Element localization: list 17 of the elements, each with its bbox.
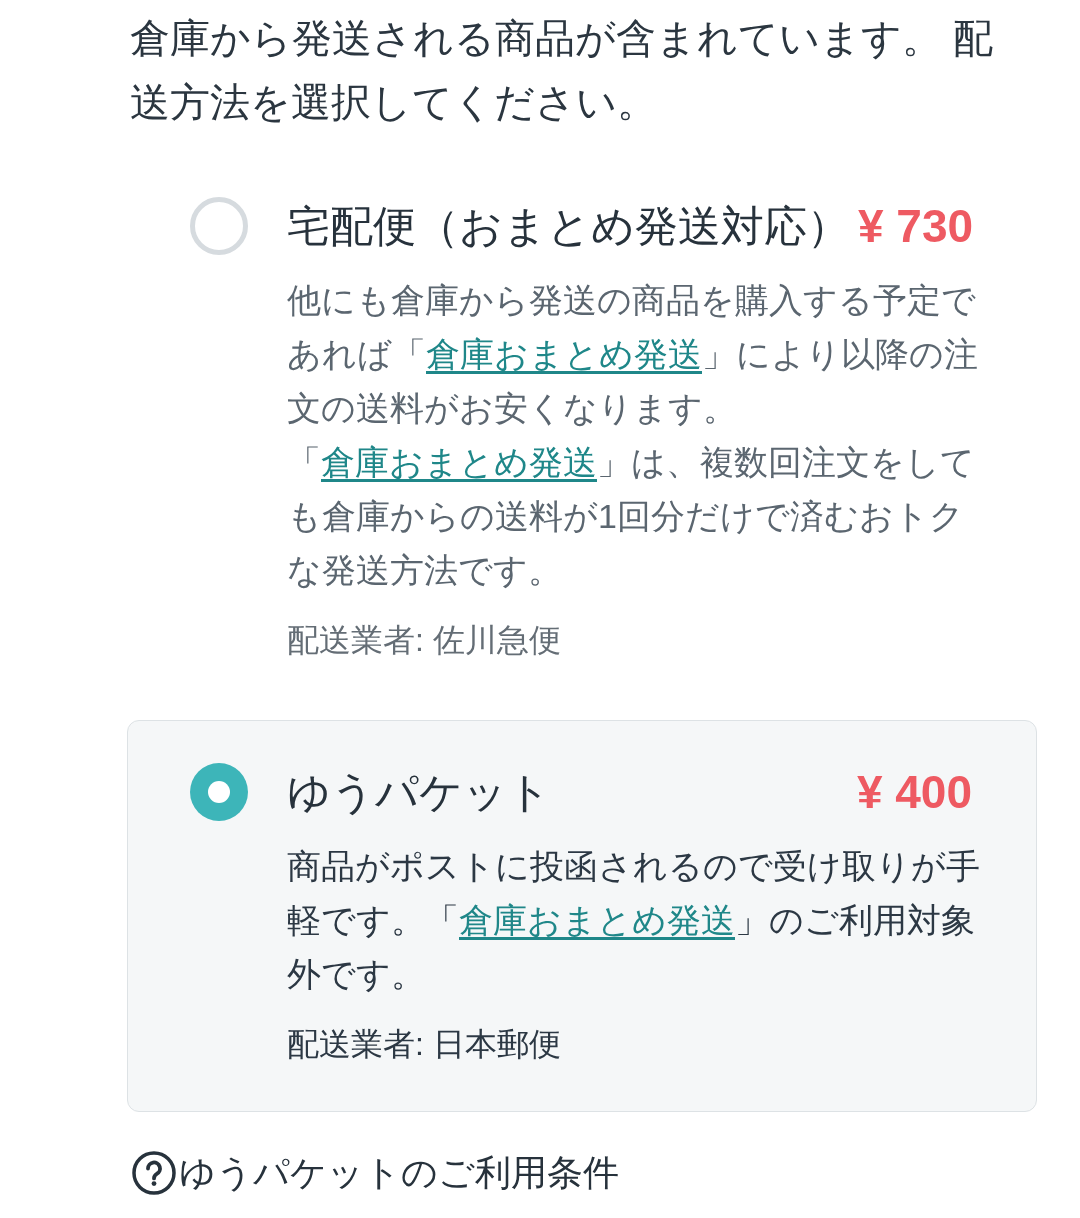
option-description: 「倉庫おまとめ発送」は、複数回注文をしても倉庫からの送料が1回分だけで済むおトクな発送方法です。 — [287, 442, 976, 591]
usage-terms-link[interactable]: ゆうパケットのご利用条件 — [132, 1149, 619, 1197]
radio-button[interactable] — [190, 197, 248, 255]
carrier-text: 配送業者: 日本郵便 — [287, 1025, 562, 1064]
option-description: 他にも倉庫から発送の商品を購入する予定であれば「倉庫おまとめ発送」により以降の注文の送料がお安くなります。 — [287, 280, 979, 429]
option-price: ¥ 730 — [858, 199, 974, 254]
help-icon — [132, 1151, 176, 1195]
instruction-text: 倉庫から発送される商品が含まれています。 配送方法を選択してください。 — [129, 15, 995, 126]
option-title: 宅配便（おまとめ発送対応） — [287, 201, 850, 252]
carrier-text: 配送業者: 佐川急便 — [287, 621, 562, 660]
bundle-shipping-link[interactable]: 倉庫おまとめ発送 — [426, 335, 702, 373]
option-description: 商品がポストに投函されるので受け取りが手軽です。「倉庫おまとめ発送」のご利用対象外です。 — [287, 846, 981, 995]
option-title: ゆうパケット — [287, 767, 551, 818]
bundle-shipping-link[interactable]: 倉庫おまとめ発送 — [459, 901, 735, 939]
radio-button[interactable] — [190, 763, 248, 821]
bundle-shipping-link[interactable]: 倉庫おまとめ発送 — [321, 443, 597, 481]
option-price: ¥ 400 — [856, 765, 972, 820]
